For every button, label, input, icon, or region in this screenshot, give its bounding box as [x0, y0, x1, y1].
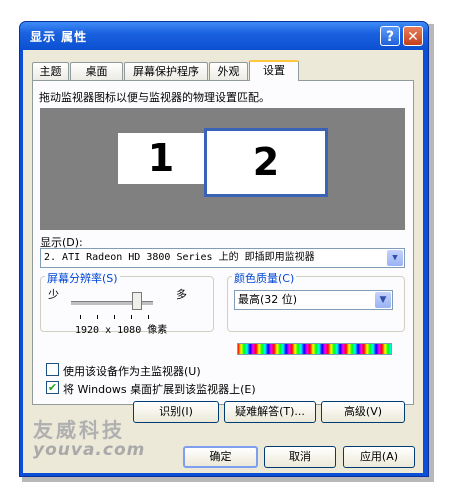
display-properties-window: 显示 属性 ? ✕ 主题 桌面 屏幕保护程序 外观 设置 拖动监视器图标以便与监… — [19, 21, 429, 477]
monitor-2-icon[interactable]: 2 — [204, 128, 328, 197]
color-quality-legend: 颜色质量(C) — [232, 270, 297, 286]
title-bar[interactable]: 显示 属性 ? ✕ — [20, 22, 428, 50]
troubleshoot-button[interactable]: 疑难解答(T)... — [224, 401, 316, 423]
color-quality-value: 最高(32 位) — [238, 293, 298, 306]
slider-tick — [148, 315, 149, 319]
extend-desktop-checkbox[interactable]: ✔ — [46, 381, 59, 394]
chevron-down-icon[interactable]: ▼ — [387, 250, 403, 266]
resolution-value: 1920 x 1080 像素 — [75, 325, 168, 336]
slider-tick — [131, 315, 132, 319]
slider-tick — [80, 315, 81, 319]
display-select[interactable]: 2. ATI Radeon HD 3800 Series 上的 即插即用监视器 … — [40, 248, 405, 268]
slider-tick — [114, 315, 115, 319]
watermark-text: 友威科技 — [33, 418, 125, 442]
tab-appearance[interactable]: 外观 — [209, 62, 248, 80]
advanced-button[interactable]: 高级(V) — [321, 401, 405, 423]
resolution-less-label: 少 — [48, 288, 59, 301]
tab-screensaver[interactable]: 屏幕保护程序 — [124, 62, 208, 80]
monitor-1-icon[interactable]: 1 — [117, 132, 205, 185]
slider-tick — [97, 315, 98, 319]
ok-button[interactable]: 确定 — [183, 446, 258, 468]
resolution-more-label: 多 — [176, 288, 187, 301]
apply-button[interactable]: 应用(A) — [343, 446, 415, 468]
help-icon[interactable]: ? — [380, 26, 400, 46]
color-spectrum-bar — [237, 343, 392, 355]
primary-monitor-label[interactable]: 使用该设备作为主监视器(U) — [63, 363, 201, 379]
extend-desktop-label[interactable]: 将 Windows 桌面扩展到该监视器上(E) — [63, 381, 256, 397]
primary-monitor-checkbox[interactable] — [46, 363, 59, 376]
dialog-body: 主题 桌面 屏幕保护程序 外观 设置 拖动监视器图标以便与监视器的物理设置匹配。… — [23, 50, 423, 473]
chevron-down-icon[interactable]: ▼ — [375, 292, 391, 308]
identify-button[interactable]: 识别(I) — [133, 401, 219, 423]
tab-settings[interactable]: 设置 — [249, 60, 299, 81]
window-title: 显示 属性 — [30, 30, 88, 44]
watermark-url: youva.com — [33, 440, 146, 460]
close-icon[interactable]: ✕ — [403, 26, 423, 46]
resolution-legend: 屏幕分辨率(S) — [45, 270, 120, 286]
tab-desktop[interactable]: 桌面 — [70, 62, 123, 80]
instruction-text: 拖动监视器图标以便与监视器的物理设置匹配。 — [39, 91, 270, 104]
resolution-slider-thumb[interactable] — [131, 292, 142, 310]
color-quality-select[interactable]: 最高(32 位) ▼ — [234, 290, 393, 310]
monitor-arrangement-area: 1 2 — [40, 108, 405, 230]
cancel-button[interactable]: 取消 — [264, 446, 336, 468]
tab-themes[interactable]: 主题 — [32, 62, 69, 80]
display-select-value: 2. ATI Radeon HD 3800 Series 上的 即插即用监视器 — [44, 252, 315, 263]
